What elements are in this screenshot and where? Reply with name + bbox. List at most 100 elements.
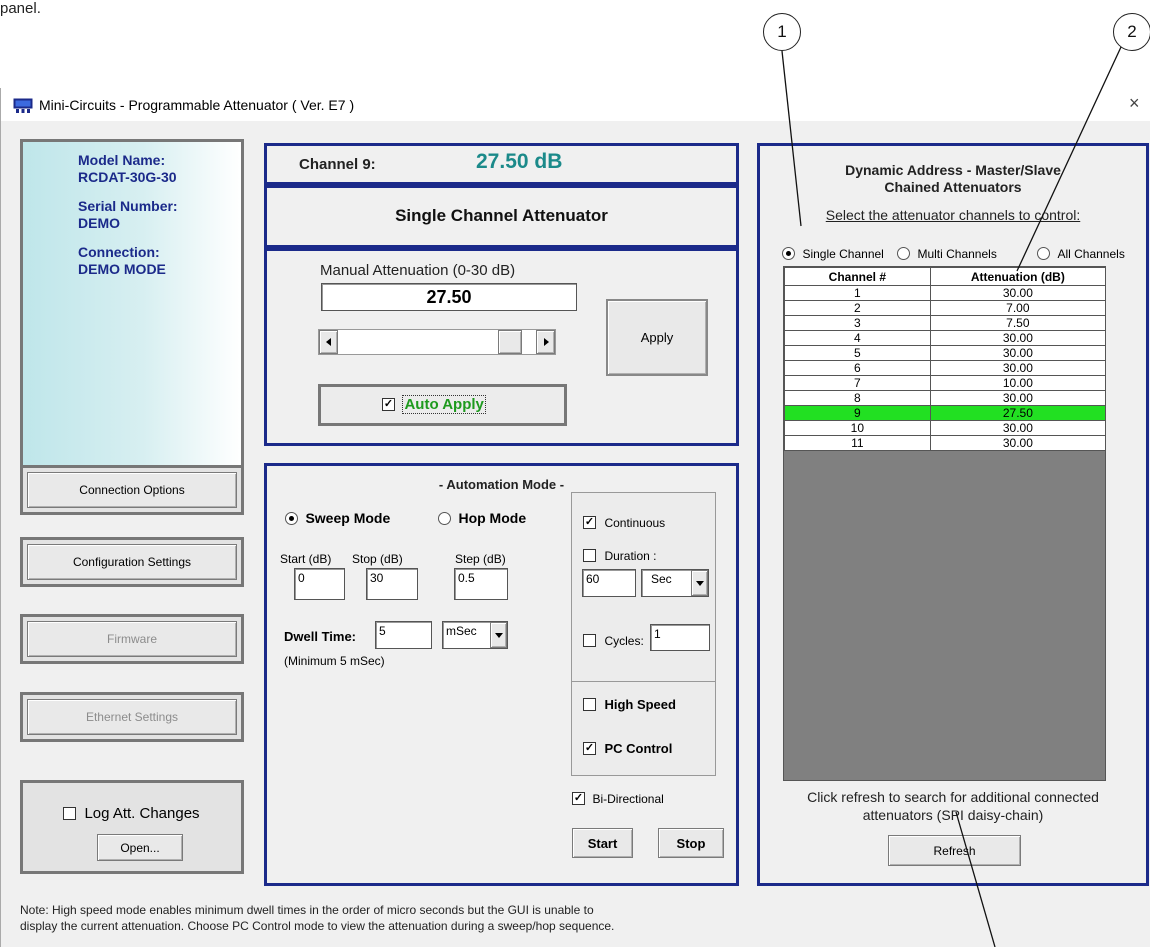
attenuation-value-cell: 30.00	[929, 330, 1107, 346]
speed-group: High Speed ✓ PC Control	[571, 681, 716, 776]
single-channel-label: Single Channel	[802, 247, 884, 261]
manual-attenuation-panel: Manual Attenuation (0-30 dB) 27.50 Apply…	[264, 248, 739, 446]
sweep-mode-radio[interactable]: Sweep Mode	[285, 510, 390, 528]
title-bar: Mini-Circuits - Programmable Attenuator …	[1, 88, 1150, 121]
configuration-settings-button[interactable]: Configuration Settings	[27, 544, 237, 580]
channel-number-cell: 8	[784, 390, 931, 406]
annotation-text-fragment: panel.	[0, 0, 41, 17]
log-checkbox-row[interactable]: Log Att. Changes	[63, 805, 200, 823]
cycles-checkbox[interactable]	[583, 634, 596, 648]
manual-attenuation-label: Manual Attenuation (0-30 dB)	[320, 262, 516, 279]
table-row[interactable]: 1 30.00	[784, 285, 1107, 301]
attenuation-slider[interactable]	[318, 329, 556, 355]
table-row[interactable]: 10 30.00	[784, 420, 1107, 436]
auto-apply-row[interactable]: ✓ Auto Apply	[382, 395, 486, 414]
channel-number-cell: 6	[784, 360, 931, 376]
multi-channels-radio-button[interactable]	[897, 247, 910, 261]
bidirectional-row[interactable]: ✓ Bi-Directional	[572, 790, 664, 808]
bidirectional-checkbox[interactable]: ✓	[572, 792, 585, 806]
continuous-row[interactable]: ✓ Continuous	[583, 514, 665, 532]
channel-table: Channel # Attenuation (dB) 1 30.00 2 7.00 3 7…	[784, 267, 1107, 451]
cycles-input[interactable]: 1	[650, 624, 710, 651]
multi-channels-label: Multi Channels	[917, 247, 997, 261]
apply-button[interactable]: Apply	[606, 299, 708, 376]
start-db-input[interactable]: 0	[294, 568, 345, 600]
table-row[interactable]: 7 10.00	[784, 375, 1107, 391]
ethernet-settings-button[interactable]: Ethernet Settings	[27, 699, 237, 735]
table-row[interactable]: 11 30.00	[784, 435, 1107, 451]
cycles-row[interactable]: Cycles:	[583, 632, 644, 650]
auto-apply-checkbox[interactable]: ✓	[382, 398, 395, 412]
dwell-time-input[interactable]: 5	[375, 621, 432, 649]
automation-panel: - Automation Mode - Sweep Mode Hop Mode …	[264, 463, 739, 886]
stop-button[interactable]: Stop	[658, 828, 724, 858]
attenuation-value-cell: 30.00	[929, 435, 1107, 451]
table-row[interactable]: 4 30.00	[784, 330, 1107, 346]
dynamic-title-line2: Chained Attenuators	[884, 179, 1022, 195]
attenuation-value-cell: 27.50	[929, 405, 1107, 421]
hop-mode-radio[interactable]: Hop Mode	[438, 510, 526, 528]
attenuation-value-cell: 7.50	[929, 315, 1107, 331]
start-button[interactable]: Start	[572, 828, 633, 858]
channel-number-cell: 2	[784, 300, 931, 316]
high-speed-row[interactable]: High Speed	[583, 696, 676, 714]
all-channels-label: All Channels	[1057, 247, 1125, 261]
device-info-panel: Model Name: RCDAT-30G-30 Serial Number: …	[20, 139, 244, 473]
monitor-icon	[13, 98, 33, 113]
dynamic-address-panel: Dynamic Address - Master/Slave Chained A…	[757, 143, 1149, 886]
table-row[interactable]: 8 30.00	[784, 390, 1107, 406]
model-value: RCDAT-30G-30	[78, 169, 177, 185]
auto-apply-frame: ✓ Auto Apply	[318, 384, 567, 426]
serial-label: Serial Number:	[78, 198, 178, 214]
attenuation-value-cell: 30.00	[929, 420, 1107, 436]
connection-label: Connection:	[78, 244, 160, 260]
sweep-radio-button[interactable]	[285, 512, 298, 526]
log-open-button[interactable]: Open...	[97, 834, 183, 861]
pc-control-row[interactable]: ✓ PC Control	[583, 740, 672, 758]
slider-thumb[interactable]	[497, 330, 522, 354]
chevron-down-icon[interactable]	[691, 570, 708, 596]
manual-attenuation-input[interactable]: 27.50	[321, 283, 577, 311]
chevron-down-icon[interactable]	[490, 622, 507, 648]
high-speed-label: High Speed	[604, 697, 676, 712]
step-db-input[interactable]: 0.5	[454, 568, 508, 600]
duration-checkbox[interactable]	[583, 549, 596, 563]
table-row[interactable]: 5 30.00	[784, 345, 1107, 361]
arrow-right-icon[interactable]	[536, 330, 555, 354]
high-speed-checkbox[interactable]	[583, 698, 596, 712]
duration-input[interactable]: 60	[582, 569, 636, 597]
pc-control-checkbox[interactable]: ✓	[583, 742, 596, 756]
refresh-button[interactable]: Refresh	[888, 835, 1021, 866]
all-channels-radio-button[interactable]	[1037, 247, 1050, 261]
single-channel-radio-button[interactable]	[782, 247, 795, 261]
attenuation-value-cell: 30.00	[929, 360, 1107, 376]
channel-number-cell: 1	[784, 285, 931, 301]
channel-column-header: Channel #	[784, 267, 931, 286]
table-row[interactable]: 9 27.50	[784, 405, 1107, 421]
continuous-checkbox[interactable]: ✓	[583, 516, 596, 530]
table-row[interactable]: 2 7.00	[784, 300, 1107, 316]
channel-value: 27.50 dB	[476, 150, 563, 173]
all-channels-radio[interactable]: All Channels	[1037, 245, 1125, 263]
log-checkbox[interactable]	[63, 807, 76, 821]
attenuation-column-header: Attenuation (dB)	[929, 267, 1107, 286]
arrow-left-icon[interactable]	[319, 330, 338, 354]
firmware-button[interactable]: Firmware	[27, 621, 237, 657]
close-icon[interactable]: ×	[1129, 93, 1140, 114]
duration-unit-select[interactable]: Sec	[641, 569, 709, 597]
duration-row[interactable]: Duration :	[583, 547, 656, 565]
log-checkbox-label: Log Att. Changes	[84, 805, 200, 822]
connection-options-button[interactable]: Connection Options	[27, 472, 237, 508]
stop-db-input[interactable]: 30	[366, 568, 418, 600]
hop-radio-button[interactable]	[438, 512, 451, 526]
channel-number-cell: 9	[784, 405, 931, 421]
table-row[interactable]: 3 7.50	[784, 315, 1107, 331]
dwell-unit-select[interactable]: mSec	[442, 621, 508, 649]
table-row[interactable]: 6 30.00	[784, 360, 1107, 376]
channel-grid[interactable]: Channel # Attenuation (dB) 1 30.00 2 7.00 3 7…	[783, 266, 1107, 781]
refresh-hint-line2: attenuators (SPI daisy-chain)	[862, 807, 1044, 823]
firmware-frame: Firmware	[20, 614, 244, 664]
continuous-label: Continuous	[604, 516, 666, 530]
multi-channels-radio[interactable]: Multi Channels	[897, 245, 997, 263]
single-channel-radio[interactable]: Single Channel	[782, 245, 884, 263]
